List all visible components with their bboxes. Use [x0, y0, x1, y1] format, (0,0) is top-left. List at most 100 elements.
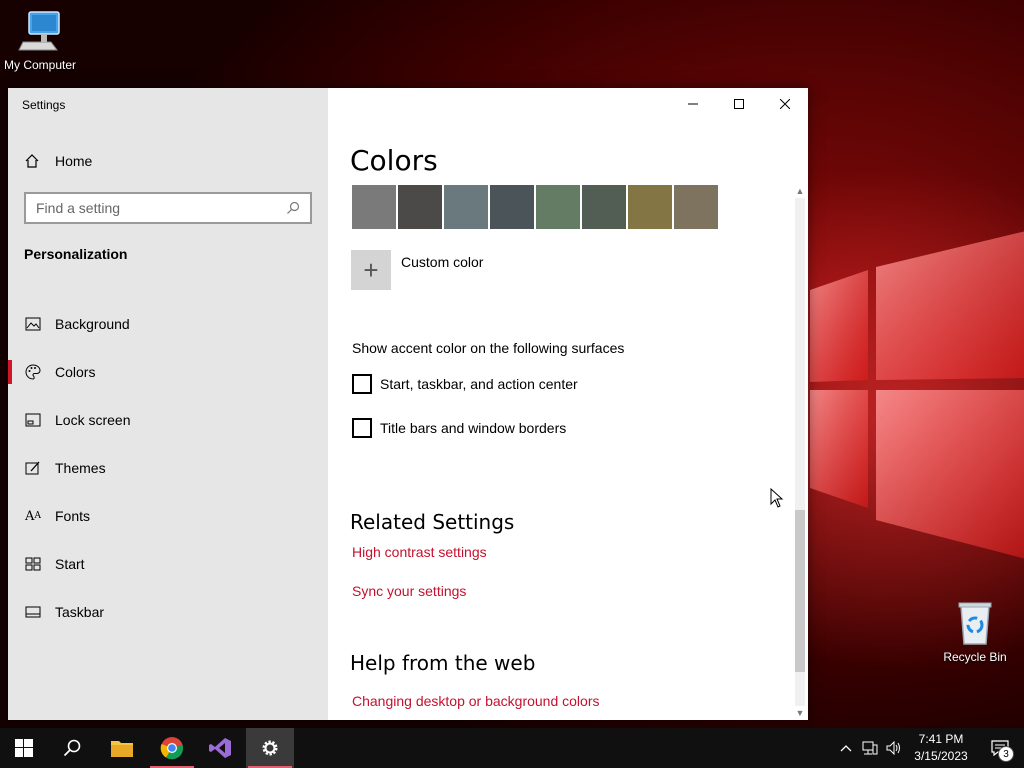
color-swatches [352, 185, 720, 229]
sync-settings-link[interactable]: Sync your settings [352, 583, 466, 599]
nav-list: Background Colors Lock screen Themes A A… [8, 300, 328, 636]
minimize-icon [688, 103, 698, 105]
search-button[interactable] [48, 728, 96, 768]
nav-home[interactable]: Home [24, 150, 92, 172]
gear-icon [262, 740, 278, 756]
visual-studio-button[interactable] [196, 728, 244, 768]
my-computer-shortcut[interactable]: My Computer [0, 10, 80, 72]
chevron-up-icon[interactable] [834, 728, 858, 768]
checkbox-box[interactable] [352, 418, 372, 438]
chrome-button[interactable] [148, 728, 196, 768]
sidebar-item-label: Colors [55, 364, 96, 380]
section-title: Personalization [24, 246, 128, 262]
search-input[interactable]: Find a setting [24, 192, 312, 224]
chrome-icon [160, 737, 184, 760]
image-icon [24, 315, 42, 333]
mouse-cursor-icon [770, 488, 784, 508]
windows-logo-wallpaper [810, 231, 1024, 559]
sidebar-item-label: Fonts [55, 508, 91, 524]
computer-icon [18, 11, 60, 51]
sidebar-item-lock-screen[interactable]: Lock screen [8, 396, 328, 444]
sidebar-item-label: Themes [55, 460, 106, 476]
minimize-button[interactable] [670, 88, 716, 120]
color-swatch[interactable] [444, 185, 488, 229]
color-swatch[interactable] [536, 185, 580, 229]
taskbar: 7:41 PM 3/15/2023 3 [0, 728, 1024, 768]
themes-icon [24, 459, 42, 477]
changing-colors-link[interactable]: Changing desktop or background colors [352, 693, 600, 709]
sidebar-item-label: Taskbar [55, 604, 105, 620]
surfaces-label: Show accent color on the following surfa… [352, 340, 625, 356]
sidebar-item-label: Start [55, 556, 85, 572]
sidebar-item-taskbar[interactable]: Taskbar [8, 588, 328, 636]
windows-start-icon [15, 739, 33, 757]
settings-window: Settings Home Find a setting Personaliza… [8, 88, 808, 720]
scroll-up-arrow-icon[interactable]: ▲ [795, 186, 805, 196]
start-icon [24, 555, 42, 573]
scroll-thumb[interactable] [795, 510, 805, 672]
checkbox-label: Title bars and window borders [380, 420, 567, 436]
close-icon [780, 99, 790, 109]
network-icon[interactable] [858, 728, 882, 768]
page-title: Colors [350, 144, 438, 177]
checkbox-label: Start, taskbar, and action center [380, 376, 578, 392]
volume-icon[interactable] [882, 728, 906, 768]
sidebar-item-colors[interactable]: Colors [8, 348, 328, 396]
sidebar-item-label: Lock screen [55, 412, 131, 428]
related-settings-title: Related Settings [350, 510, 515, 534]
close-button[interactable] [762, 88, 808, 120]
file-explorer-button[interactable] [98, 728, 146, 768]
scrollbar[interactable]: ▲ ▼ [792, 184, 808, 720]
color-swatch[interactable] [628, 185, 672, 229]
my-computer-label: My Computer [3, 58, 77, 72]
color-swatch[interactable] [490, 185, 534, 229]
recycle-bin-label: Recycle Bin [943, 650, 1007, 664]
custom-color-label: Custom color [401, 254, 484, 270]
maximize-button[interactable] [716, 88, 762, 120]
search-icon [63, 739, 81, 757]
fonts-icon: AA [25, 508, 41, 524]
sidebar-item-background[interactable]: Background [8, 300, 328, 348]
palette-icon [24, 363, 42, 381]
sidebar-item-label: Background [55, 316, 130, 332]
checkbox-start-taskbar[interactable]: Start, taskbar, and action center [352, 374, 578, 394]
sidebar-item-start[interactable]: Start [8, 540, 328, 588]
action-center-button[interactable]: 3 [976, 728, 1024, 768]
help-from-web-title: Help from the web [350, 651, 536, 675]
color-swatch[interactable] [352, 185, 396, 229]
scroll-track[interactable] [795, 198, 805, 706]
sidebar-item-fonts[interactable]: AA Fonts [8, 492, 328, 540]
lock-screen-icon [24, 411, 42, 429]
clock-time: 7:41 PM [918, 732, 964, 746]
home-icon [25, 154, 39, 168]
settings-sidebar: Settings Home Find a setting Personaliza… [8, 88, 328, 720]
nav-home-label: Home [55, 153, 93, 169]
sidebar-item-themes[interactable]: Themes [8, 444, 328, 492]
system-tray: 7:41 PM 3/15/2023 3 [834, 728, 1024, 768]
start-button[interactable] [0, 728, 48, 768]
recycle-bin-icon [958, 602, 992, 645]
clock[interactable]: 7:41 PM 3/15/2023 [906, 731, 976, 765]
checkbox-title-bars[interactable]: Title bars and window borders [352, 418, 566, 438]
caption-buttons [670, 88, 808, 120]
settings-taskbar-button[interactable] [246, 728, 294, 768]
plus-icon: + [351, 250, 391, 290]
notification-badge: 3 [998, 746, 1014, 762]
search-icon [287, 201, 300, 214]
recycle-bin-shortcut[interactable]: Recycle Bin [935, 600, 1015, 664]
color-swatch[interactable] [582, 185, 626, 229]
maximize-icon [734, 99, 744, 109]
scroll-down-arrow-icon[interactable]: ▼ [795, 708, 805, 718]
color-swatch[interactable] [398, 185, 442, 229]
checkbox-box[interactable] [352, 374, 372, 394]
taskbar-icon [24, 603, 42, 621]
custom-color-button[interactable]: + Custom color [351, 250, 483, 290]
settings-content: Colors + Custom color Show accent color … [328, 88, 808, 720]
high-contrast-link[interactable]: High contrast settings [352, 544, 487, 560]
window-title: Settings [22, 98, 66, 112]
visual-studio-icon [209, 738, 231, 758]
clock-date: 3/15/2023 [914, 749, 968, 763]
color-swatch[interactable] [674, 185, 718, 229]
search-placeholder: Find a setting [36, 200, 121, 216]
folder-icon [111, 741, 133, 757]
